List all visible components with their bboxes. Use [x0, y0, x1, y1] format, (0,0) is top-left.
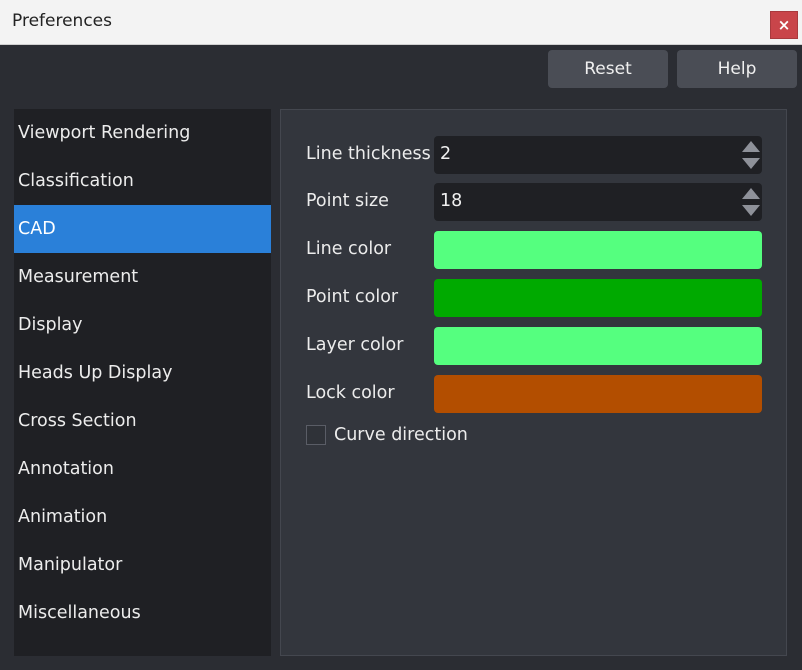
point-size-label: Point size — [306, 191, 389, 211]
line-color-row: Line color — [306, 231, 762, 271]
window-title: Preferences — [12, 11, 112, 31]
sidebar-item-cad[interactable]: CAD — [14, 205, 271, 253]
triangle-down-icon[interactable] — [742, 205, 760, 216]
close-button[interactable]: × — [770, 11, 798, 39]
layer-color-label: Layer color — [306, 335, 404, 355]
triangle-up-icon[interactable] — [742, 141, 760, 152]
line-color-swatch[interactable] — [434, 231, 762, 269]
line-thickness-value[interactable]: 2 — [440, 144, 451, 164]
cad-settings-panel: Line thickness 2 Point size 18 Line colo… — [280, 109, 787, 656]
help-button[interactable]: Help — [677, 50, 797, 88]
sidebar-item-annotation[interactable]: Annotation — [14, 445, 271, 493]
point-size-value[interactable]: 18 — [440, 191, 462, 211]
curve-direction-checkbox[interactable] — [306, 425, 326, 445]
point-color-row: Point color — [306, 279, 762, 319]
sidebar-item-viewport-rendering[interactable]: Viewport Rendering — [14, 109, 271, 157]
sidebar-item-cross-section[interactable]: Cross Section — [14, 397, 271, 445]
line-thickness-label: Line thickness — [306, 144, 431, 164]
spin-arrows — [742, 188, 760, 216]
point-color-label: Point color — [306, 287, 399, 307]
layer-color-swatch[interactable] — [434, 327, 762, 365]
layer-color-row: Layer color — [306, 327, 762, 367]
line-thickness-spinbox[interactable]: 2 — [434, 136, 762, 174]
point-size-row: Point size 18 — [306, 183, 762, 223]
reset-button[interactable]: Reset — [548, 50, 668, 88]
sidebar-item-heads-up-display[interactable]: Heads Up Display — [14, 349, 271, 397]
sidebar-item-animation[interactable]: Animation — [14, 493, 271, 541]
curve-direction-label[interactable]: Curve direction — [334, 425, 468, 445]
triangle-up-icon[interactable] — [742, 188, 760, 199]
spin-arrows — [742, 141, 760, 169]
triangle-down-icon[interactable] — [742, 158, 760, 169]
sidebar-item-miscellaneous[interactable]: Miscellaneous — [14, 589, 271, 637]
category-sidebar: Viewport Rendering Classification CAD Me… — [14, 109, 271, 656]
line-color-label: Line color — [306, 239, 392, 259]
line-thickness-row: Line thickness 2 — [306, 136, 762, 176]
title-bar: Preferences × — [0, 0, 802, 45]
point-size-spinbox[interactable]: 18 — [434, 183, 762, 221]
point-color-swatch[interactable] — [434, 279, 762, 317]
sidebar-item-classification[interactable]: Classification — [14, 157, 271, 205]
sidebar-item-measurement[interactable]: Measurement — [14, 253, 271, 301]
lock-color-swatch[interactable] — [434, 375, 762, 413]
lock-color-row: Lock color — [306, 375, 762, 415]
sidebar-item-display[interactable]: Display — [14, 301, 271, 349]
lock-color-label: Lock color — [306, 383, 395, 403]
sidebar-item-manipulator[interactable]: Manipulator — [14, 541, 271, 589]
